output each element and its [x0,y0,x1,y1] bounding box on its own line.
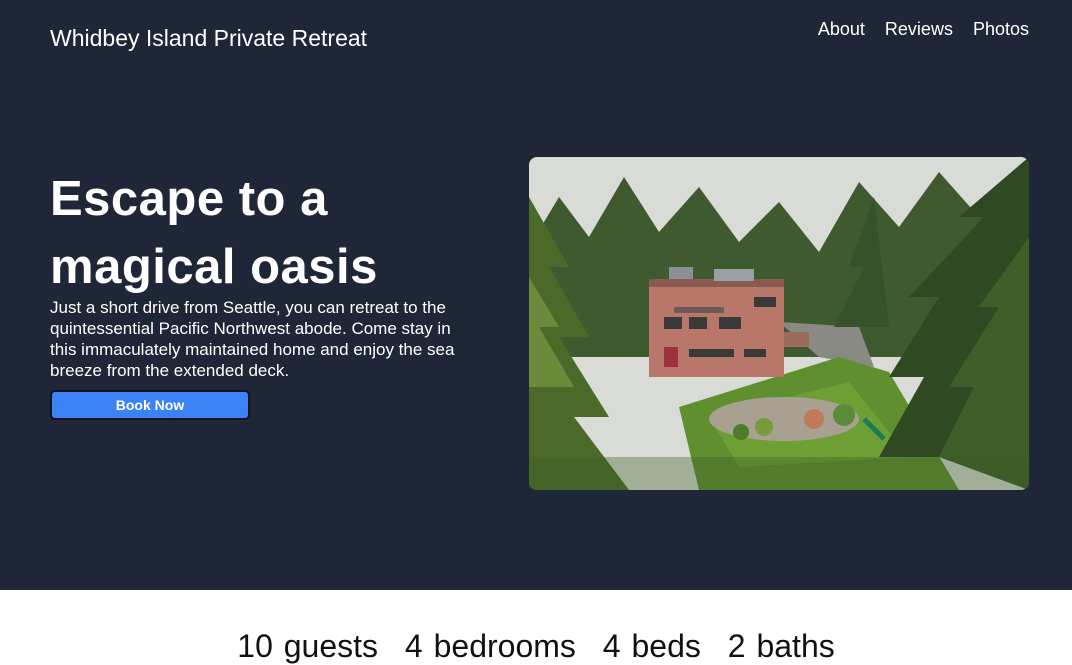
book-now-button[interactable]: Book Now [50,390,250,420]
main-nav: About Reviews Photos [818,19,1029,40]
site-title[interactable]: Whidbey Island Private Retreat [50,25,367,52]
hero-image [529,157,1029,490]
hero-section: Whidbey Island Private Retreat About Rev… [0,0,1072,590]
nav-link-photos[interactable]: Photos [973,19,1029,40]
hero-description: Just a short drive from Seattle, you can… [50,298,455,380]
property-stats: 10 guests 4 bedrooms 4 beds 2 baths [0,628,1072,665]
stat-beds: 4 beds [602,628,701,664]
stat-guests: 10 guests [237,628,379,664]
stat-baths: 2 baths [727,628,835,664]
nav-link-reviews[interactable]: Reviews [885,19,953,40]
hero-headline: Escape to a magical oasis [50,172,378,294]
stat-bedrooms: 4 bedrooms [404,628,576,664]
nav-link-about[interactable]: About [818,19,865,40]
house-photo-illustration [529,157,1029,490]
